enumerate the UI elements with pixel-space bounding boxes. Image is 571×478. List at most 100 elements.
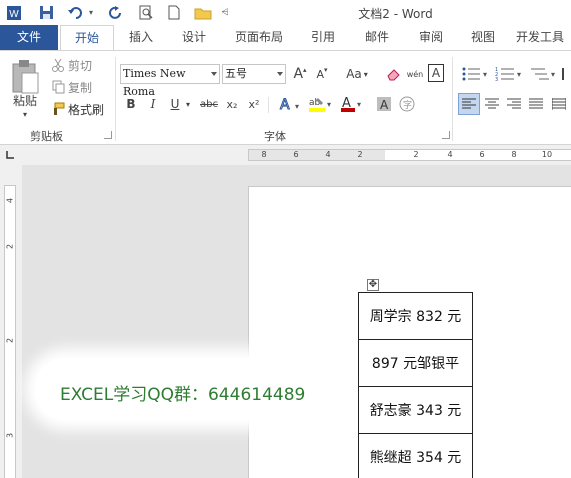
align-left-icon[interactable] xyxy=(458,93,480,115)
font-size-dropdown-icon xyxy=(277,72,283,76)
vertical-ruler-strip: 4 2 2 3 xyxy=(0,165,22,478)
window-title: 文档2 - Word xyxy=(358,7,433,21)
table-cell[interactable]: 周学宗 832 元 xyxy=(358,292,473,340)
clear-formatting-icon[interactable] xyxy=(385,64,403,84)
table-row: 熊继超 354 元 xyxy=(358,433,473,478)
numbering-icon[interactable]: 1 2 3 ▾ xyxy=(494,64,526,84)
ruler-number: 6 xyxy=(293,150,299,159)
paste-button[interactable]: 粘贴 xyxy=(6,91,44,109)
character-shading-icon[interactable]: A xyxy=(376,95,392,113)
table-row: 舒志豪 343 元 xyxy=(358,386,473,434)
superscript-button[interactable]: x² xyxy=(246,95,262,113)
tab-view[interactable]: 视图 xyxy=(462,25,504,50)
grow-font-icon: A xyxy=(293,66,304,82)
change-case-button[interactable]: Aa ▾ xyxy=(342,64,372,84)
group-divider xyxy=(115,57,116,141)
clipboard-dialog-launcher[interactable] xyxy=(104,131,112,139)
svg-text:▾: ▾ xyxy=(295,102,299,111)
cut-button[interactable]: 剪切 xyxy=(68,57,98,73)
svg-text:▾: ▾ xyxy=(551,70,555,79)
svg-text:A: A xyxy=(280,97,290,112)
svg-text:▾: ▾ xyxy=(517,70,521,79)
bold-button[interactable]: B xyxy=(124,95,138,113)
ruler-number: 2 xyxy=(413,150,419,159)
tab-review[interactable]: 审阅 xyxy=(410,25,452,50)
font-group-label: 字体 xyxy=(264,130,286,143)
ribbon-tabs: 文件 开始 插入 设计 页面布局 引用 邮件 审阅 视图 开发工具 xyxy=(0,25,571,51)
ruler-number: 4 xyxy=(447,150,453,159)
font-family-dropdown-icon xyxy=(211,72,217,76)
ruler-number: 8 xyxy=(261,150,267,159)
multilevel-list-icon[interactable]: ▾ xyxy=(528,64,560,84)
font-size-select[interactable]: 五号 xyxy=(222,64,286,84)
tab-page-layout[interactable]: 页面布局 xyxy=(227,25,291,50)
subscript-button[interactable]: x₂ xyxy=(224,95,240,113)
ruler-number: 10 xyxy=(541,150,553,159)
phonetic-guide-icon[interactable]: wén xyxy=(406,64,424,84)
highlight-icon[interactable]: ab ▾ xyxy=(308,95,334,113)
clipboard-group-label: 剪贴板 xyxy=(30,130,63,143)
svg-text:▾: ▾ xyxy=(327,100,331,109)
grow-font-button[interactable]: A ▴ xyxy=(292,64,308,84)
copy-icon[interactable] xyxy=(50,79,66,95)
table-cell[interactable]: 舒志豪 343 元 xyxy=(358,386,473,434)
svg-text:▾: ▾ xyxy=(357,100,361,109)
align-center-icon[interactable] xyxy=(481,93,503,115)
svg-text:▾: ▾ xyxy=(483,70,487,79)
font-family-select[interactable]: Times New Roma xyxy=(120,64,220,98)
shrink-font-button[interactable]: A ▾ xyxy=(314,64,330,84)
character-border-icon[interactable]: A xyxy=(428,64,444,82)
ruler-number: 4 xyxy=(325,150,331,159)
ruler-row: 8 6 4 2 2 4 6 8 10 xyxy=(0,145,571,165)
font-dialog-launcher[interactable] xyxy=(442,131,450,139)
font-color-icon[interactable]: A ▾ xyxy=(340,95,364,113)
table-row: 周学宗 832 元 xyxy=(358,292,473,340)
tab-design[interactable]: 设计 xyxy=(172,25,216,50)
svg-text:3: 3 xyxy=(495,77,498,82)
bullets-icon[interactable]: ▾ xyxy=(460,64,492,84)
table-cell[interactable]: 熊继超 354 元 xyxy=(358,433,473,478)
text-effects-icon[interactable]: A ▾ xyxy=(278,95,304,113)
vertical-ruler[interactable]: 4 2 2 3 xyxy=(4,185,16,478)
ruler-number: 8 xyxy=(511,150,517,159)
italic-button[interactable]: I xyxy=(146,95,160,113)
tab-insert[interactable]: 插入 xyxy=(120,25,162,50)
tab-file[interactable]: 文件 xyxy=(0,25,58,50)
font-family-value: Times New Roma xyxy=(123,67,186,98)
cut-icon[interactable] xyxy=(50,57,66,73)
tab-developer[interactable]: 开发工具 xyxy=(516,25,571,50)
copy-button[interactable]: 复制 xyxy=(68,79,98,95)
tab-references[interactable]: 引用 xyxy=(302,25,344,50)
tab-home[interactable]: 开始 xyxy=(60,25,114,51)
ruler-number: 4 xyxy=(5,197,15,204)
justify-icon[interactable] xyxy=(525,93,547,115)
document-table[interactable]: 周学宗 832 元 897 元邹银平 舒志豪 343 元 熊继超 354 元 xyxy=(358,292,473,478)
change-case-icon: Aa xyxy=(346,67,362,81)
group-divider xyxy=(452,57,453,141)
title-bar: W ▾ ⩤ 文档2 - Word xyxy=(0,0,571,25)
document-canvas[interactable] xyxy=(22,165,571,478)
paste-dropdown-icon[interactable]: ▾ xyxy=(20,109,30,119)
divider xyxy=(268,97,269,113)
tab-mailings[interactable]: 邮件 xyxy=(356,25,398,50)
underline-dropdown-icon[interactable]: ▾ xyxy=(184,95,192,113)
ribbon: 粘贴 ▾ 剪切 复制 格式刷 剪贴板 Times New Roma 五号 A ▴ … xyxy=(0,50,571,145)
format-painter-icon[interactable] xyxy=(50,101,66,117)
horizontal-ruler[interactable]: 8 6 4 2 2 4 6 8 10 xyxy=(248,149,571,161)
align-right-icon[interactable] xyxy=(503,93,525,115)
table-move-handle-icon[interactable]: ✥ xyxy=(367,279,379,291)
ruler-number: 2 xyxy=(357,150,363,159)
decrease-indent-icon[interactable] xyxy=(560,64,571,84)
format-painter-button[interactable]: 格式刷 xyxy=(68,101,108,117)
enclose-characters-icon[interactable]: 字 xyxy=(398,95,416,113)
tab-selector-icon[interactable] xyxy=(5,150,15,160)
ruler-number: 6 xyxy=(479,150,485,159)
ruler-number: 2 xyxy=(5,337,15,344)
underline-button[interactable]: U xyxy=(168,95,182,113)
table-row: 897 元邹银平 xyxy=(358,339,473,387)
distributed-icon[interactable] xyxy=(548,93,570,115)
ruler-number: 3 xyxy=(5,432,15,439)
svg-text:字: 字 xyxy=(403,99,412,111)
table-cell[interactable]: 897 元邹银平 xyxy=(358,339,473,387)
strikethrough-button[interactable]: abc xyxy=(198,95,220,113)
